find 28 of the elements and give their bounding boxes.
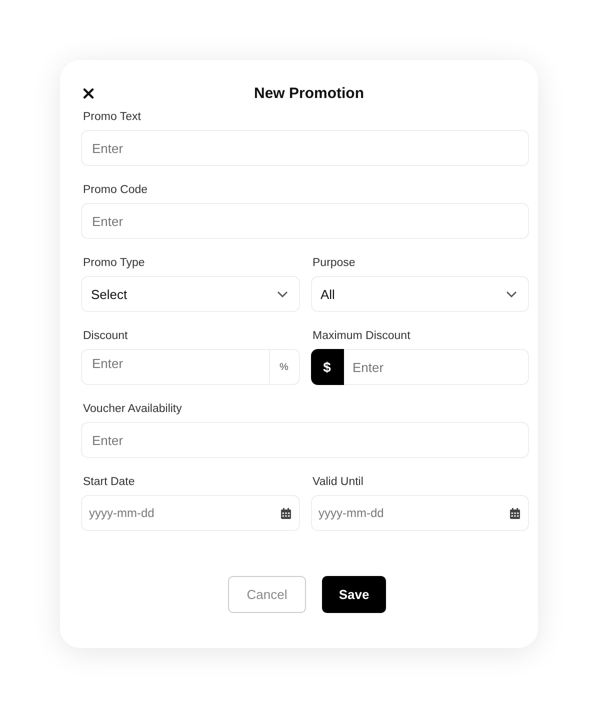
dollar-prefix: $ bbox=[310, 349, 344, 385]
field-label: Promo Text bbox=[83, 110, 142, 125]
chevron-down-icon bbox=[276, 290, 288, 298]
input-field[interactable]: Enter % bbox=[81, 349, 300, 385]
date-field[interactable]: yyyy-mm-dd bbox=[81, 495, 300, 531]
field-label: Voucher Availability bbox=[83, 402, 183, 417]
percent-suffix: % bbox=[268, 350, 298, 384]
input-field[interactable]: Enter bbox=[81, 130, 529, 166]
input-field[interactable]: $ Enter bbox=[310, 349, 529, 385]
calendar-icon bbox=[510, 508, 520, 518]
save-button[interactable]: Save bbox=[322, 576, 386, 613]
field-label: Discount bbox=[83, 329, 129, 344]
calendar-icon bbox=[280, 508, 290, 518]
field-label: Maximum Discount bbox=[312, 329, 412, 344]
close-button[interactable] bbox=[83, 88, 94, 99]
dropdown[interactable]: All bbox=[310, 276, 529, 312]
cancel-button[interactable]: Cancel bbox=[228, 576, 306, 613]
dialog-title: New Promotion bbox=[254, 84, 364, 102]
field-label: Promo Code bbox=[83, 183, 149, 198]
field-label: Purpose bbox=[312, 256, 356, 271]
chevron-down-icon bbox=[506, 290, 517, 298]
dropdown[interactable]: Select bbox=[81, 276, 300, 312]
field-label: Start Date bbox=[83, 475, 136, 490]
date-field[interactable]: yyyy-mm-dd bbox=[310, 495, 529, 531]
input-field[interactable]: Enter bbox=[81, 203, 529, 239]
field-label: Valid Until bbox=[312, 475, 364, 490]
input-field[interactable]: Enter bbox=[81, 422, 529, 458]
field-label: Promo Type bbox=[83, 256, 146, 271]
